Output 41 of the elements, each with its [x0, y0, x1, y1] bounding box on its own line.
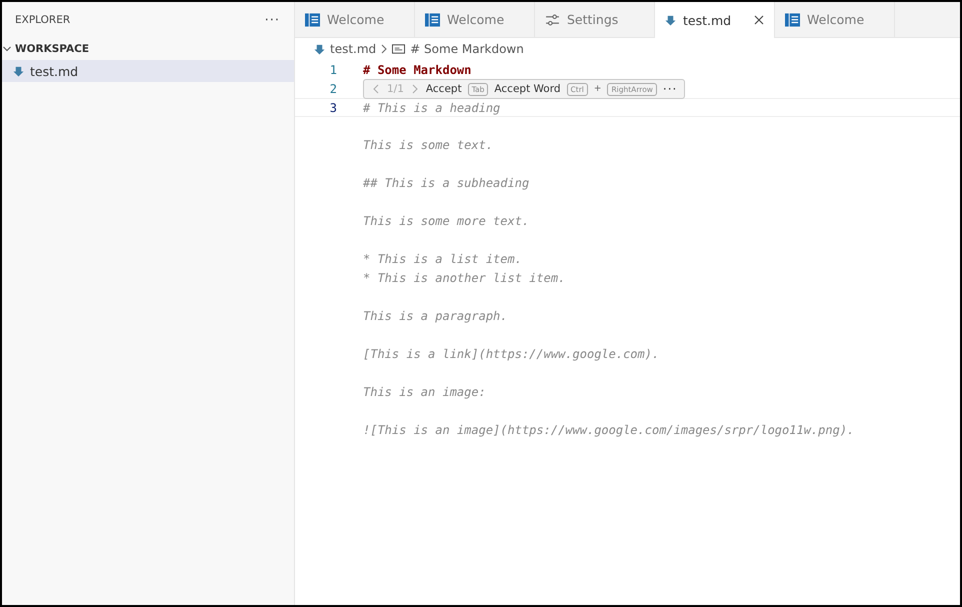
book-icon [425, 12, 440, 26]
more-actions-button[interactable]: ··· [662, 82, 678, 96]
breadcrumb-item[interactable]: test.md [314, 42, 376, 56]
breadcrumb-item[interactable]: # Some Markdown [392, 42, 524, 56]
line-number: 2 [328, 82, 338, 96]
accept-action[interactable]: Accept [426, 83, 462, 95]
ghost-text-line: [This is a link](https://www.google.com). [363, 346, 660, 363]
ghost-text-line: This is a paragraph. [363, 308, 508, 325]
chevron-left-icon[interactable] [371, 84, 381, 94]
line-number: 3 [328, 100, 338, 114]
sliders-icon [545, 12, 560, 26]
ghost-text-line: ![This is an image](https://www.google.com/images/srpr/logo11w.png). [363, 422, 856, 439]
workspace-section-header[interactable]: WORKSPACE [2, 38, 294, 60]
chevron-right-icon[interactable] [410, 84, 420, 94]
code-line: # Some Markdown [363, 62, 472, 76]
ghost-text-line: * This is a list item. [363, 251, 523, 268]
down-arrow-icon [13, 66, 24, 76]
accept-action[interactable]: Accept Word [494, 83, 561, 95]
editor-tab[interactable]: test.md [655, 2, 775, 38]
string-symbol-icon [392, 44, 406, 54]
suggestion-counter: 1/1 [387, 83, 404, 95]
code-line: # This is a heading [363, 100, 500, 114]
book-icon [305, 12, 320, 26]
book-icon [785, 12, 800, 26]
plus-sign: + [594, 84, 602, 94]
explorer-title: EXPLORER [15, 14, 70, 26]
ghost-text-line: This is some more text. [363, 213, 530, 230]
ghost-text-line: * This is another list item. [363, 270, 566, 287]
editor-tab[interactable]: Welcome [295, 2, 415, 37]
close-icon[interactable] [754, 15, 764, 25]
ghost-text-line: ## This is a subheading [363, 175, 530, 192]
down-arrow-icon [314, 44, 325, 54]
down-arrow-icon [665, 14, 676, 26]
more-actions-button[interactable]: ··· [264, 12, 280, 28]
file-item[interactable]: test.md [2, 60, 294, 82]
ghost-text-line: This is an image: [363, 384, 487, 401]
chevron-right-icon [381, 44, 388, 54]
line-number: 1 [328, 62, 338, 76]
editor-tab[interactable]: Welcome [775, 2, 895, 37]
editor-tab[interactable]: Welcome [415, 2, 535, 37]
ghost-text-line: This is some text. [363, 137, 494, 154]
